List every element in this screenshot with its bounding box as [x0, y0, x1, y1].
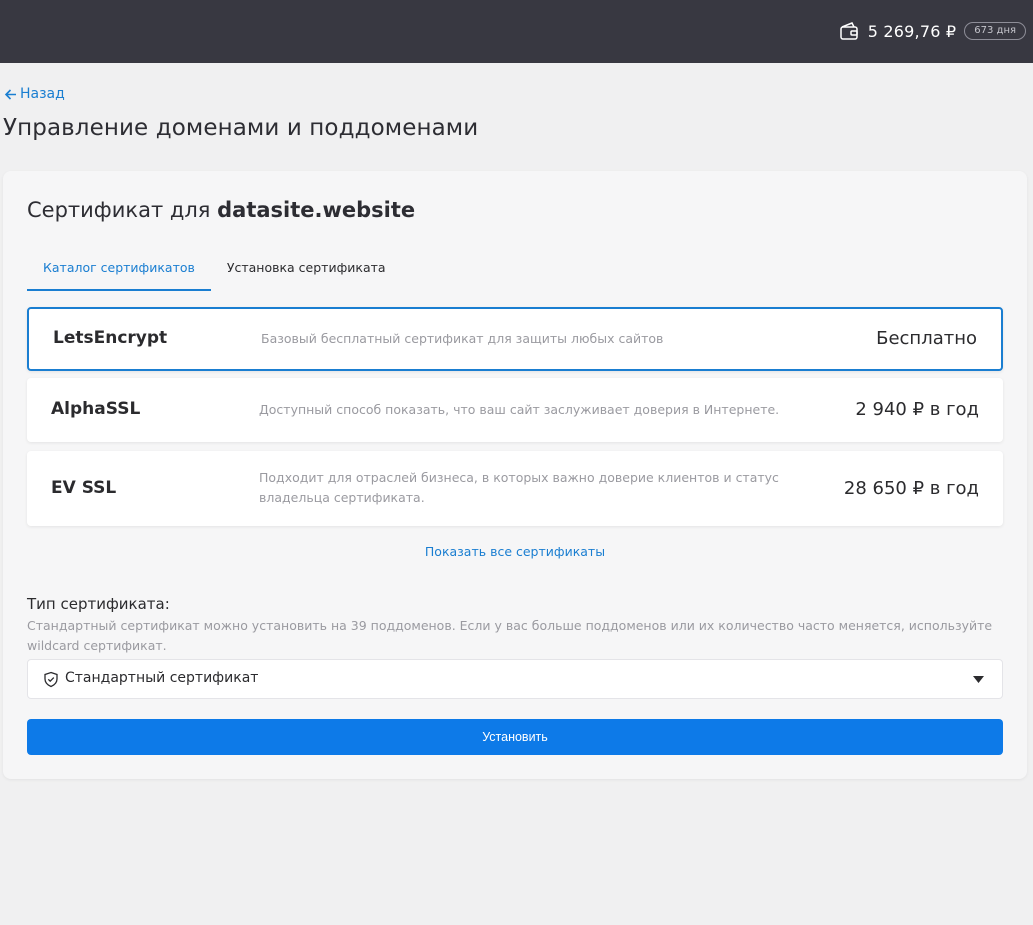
- balance-amount: 5 269,76 ₽: [867, 21, 957, 41]
- certificate-title-prefix: Сертификат для: [27, 198, 211, 222]
- certificate-price: 2 940 ₽ в год: [855, 399, 979, 420]
- certificate-name: AlphaSSL: [51, 399, 141, 419]
- certificate-type-select[interactable]: Стандартный сертификат: [27, 659, 1003, 699]
- certificate-description: Базовый бесплатный сертификат для защиты…: [261, 331, 664, 346]
- certificate-option-alphassl[interactable]: AlphaSSL Доступный способ показать, что …: [27, 378, 1003, 442]
- certificate-type-value: Стандартный сертификат: [65, 670, 259, 686]
- certificate-option-evssl[interactable]: EV SSL Подходит для отраслей бизнеса, в …: [27, 451, 1003, 526]
- certificate-description: Подходит для отраслей бизнеса, в которых…: [259, 470, 779, 505]
- show-all-certificates-link[interactable]: Показать все сертификаты: [3, 544, 1027, 559]
- arrow-left-icon: [4, 88, 16, 100]
- certificate-title: Сертификат для datasite.website: [27, 198, 415, 222]
- certificate-price: Бесплатно: [876, 328, 977, 349]
- page-title: Управление доменами и поддоменами: [3, 115, 479, 141]
- shield-check-icon: [44, 671, 58, 688]
- tab-catalog[interactable]: Каталог сертификатов: [27, 249, 211, 291]
- certificate-card: Сертификат для datasite.website Каталог …: [3, 171, 1027, 779]
- certificate-price: 28 650 ₽ в год: [843, 478, 979, 499]
- certificate-option-letsencrypt[interactable]: LetsEncrypt Базовый бесплатный сертифика…: [27, 307, 1003, 371]
- certificate-name: EV SSL: [51, 478, 117, 498]
- wallet-icon: [840, 22, 858, 40]
- days-badge: 673 дня: [964, 22, 1026, 40]
- certificate-type-label: Тип сертификата:: [27, 595, 170, 613]
- certificate-description: Доступный способ показать, что ваш сайт …: [259, 402, 780, 417]
- certificate-domain: datasite.website: [217, 198, 416, 222]
- certificate-name: LetsEncrypt: [53, 328, 168, 348]
- balance-widget[interactable]: 5 269,76 ₽ 673 дня: [838, 19, 1026, 43]
- tab-install[interactable]: Установка сертификата: [211, 249, 402, 291]
- certificate-tabs: Каталог сертификатов Установка сертифика…: [27, 249, 1003, 291]
- back-link-label: Назад: [20, 86, 65, 102]
- certificate-type-description: Стандартный сертификат можно установить …: [27, 618, 993, 653]
- top-bar: 5 269,76 ₽ 673 дня: [0, 0, 1033, 63]
- chevron-down-icon: [973, 676, 984, 683]
- back-link[interactable]: Назад: [4, 86, 65, 102]
- install-button[interactable]: Установить: [27, 719, 1003, 755]
